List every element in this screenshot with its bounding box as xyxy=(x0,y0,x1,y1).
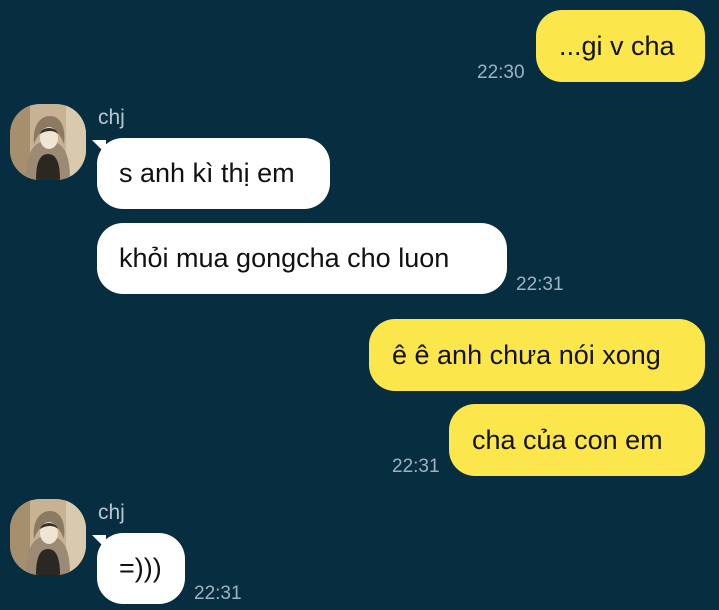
message-timestamp: 22:31 xyxy=(392,456,440,477)
message-timestamp: 22:30 xyxy=(477,62,525,83)
sender-name: chj xyxy=(98,501,125,524)
avatar-photo-icon xyxy=(10,499,86,575)
sender-name: chj xyxy=(98,106,125,129)
avatar[interactable] xyxy=(10,104,86,180)
message-text: s anh kì thị em xyxy=(119,158,295,188)
avatar-photo-icon xyxy=(10,104,86,180)
message-text: =))) xyxy=(119,553,162,583)
incoming-message-bubble[interactable]: khỏi mua gongcha cho luon xyxy=(97,223,507,294)
message-text: ê ê anh chưa nói xong xyxy=(392,339,661,370)
incoming-message-bubble[interactable]: s anh kì thị em xyxy=(97,138,330,209)
outgoing-message-bubble[interactable]: ...gi v cha xyxy=(536,10,705,82)
outgoing-message-bubble[interactable]: ê ê anh chưa nói xong xyxy=(369,319,705,391)
message-text: cha của con em xyxy=(472,424,663,455)
message-text: khỏi mua gongcha cho luon xyxy=(119,243,450,273)
avatar[interactable] xyxy=(10,499,86,575)
chat-message-list[interactable]: 22:30 ...gi v cha chj s anh kì thị em kh… xyxy=(0,0,719,610)
message-timestamp: 22:31 xyxy=(516,274,564,295)
incoming-message-bubble[interactable]: =))) xyxy=(97,533,185,604)
message-timestamp: 22:31 xyxy=(194,583,242,604)
outgoing-message-bubble[interactable]: cha của con em xyxy=(449,404,705,476)
message-text: ...gi v cha xyxy=(559,30,675,61)
